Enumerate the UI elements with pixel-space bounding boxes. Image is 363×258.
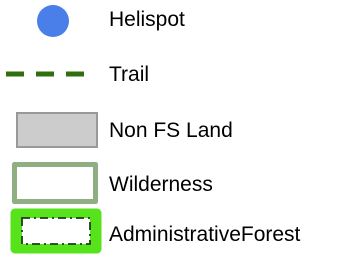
- legend-item-administrative-forest: AdministrativeForest: [0, 208, 363, 254]
- legend-item-helispot: Helispot: [0, 0, 363, 44]
- helispot-icon: [37, 5, 69, 37]
- legend-label-administrative-forest: AdministrativeForest: [109, 223, 301, 246]
- legend-label-non-fs-land: Non FS Land: [109, 119, 233, 142]
- legend-item-non-fs-land: Non FS Land: [0, 108, 363, 152]
- administrative-forest-swatch: [10, 208, 102, 254]
- trail-line-icon: [6, 71, 92, 77]
- legend-label-wilderness: Wilderness: [109, 173, 213, 196]
- non-fs-land-swatch: [16, 112, 98, 148]
- map-legend: Helispot Trail Non FS Land Wilderness Ad…: [0, 0, 363, 258]
- legend-item-trail: Trail: [0, 54, 363, 98]
- legend-label-helispot: Helispot: [109, 8, 185, 31]
- wilderness-swatch: [12, 162, 98, 204]
- legend-label-trail: Trail: [109, 63, 150, 86]
- legend-item-wilderness: Wilderness: [0, 162, 363, 206]
